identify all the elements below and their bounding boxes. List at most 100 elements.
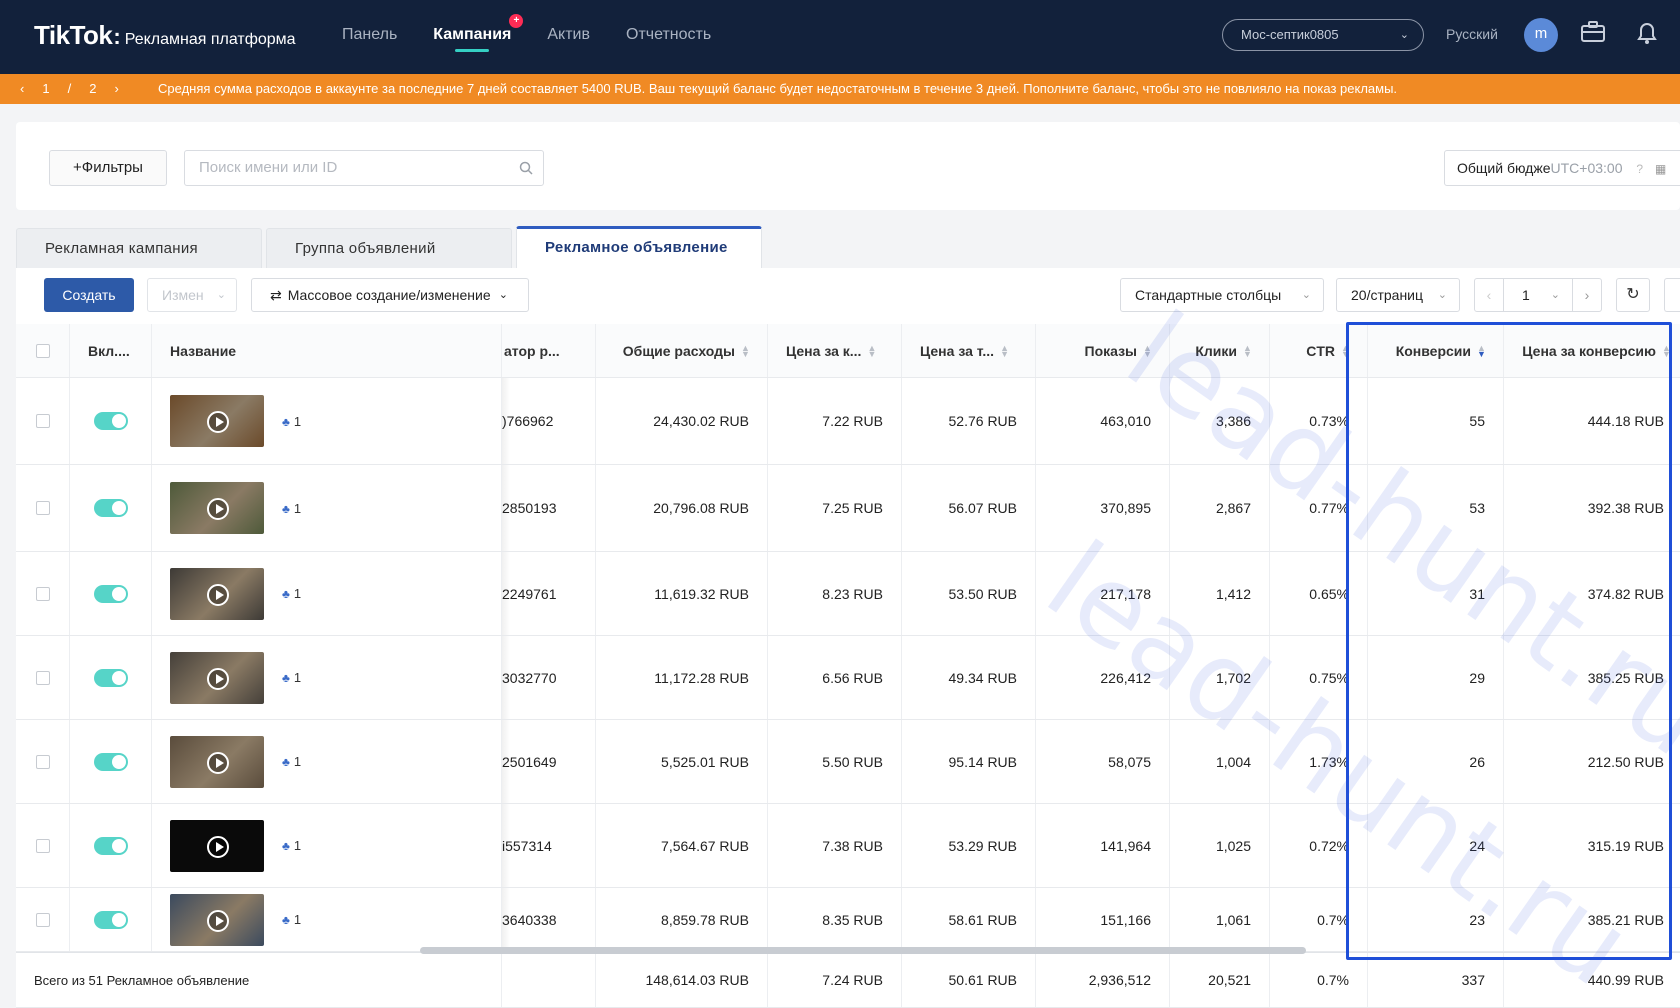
col-cpc[interactable]: Цена за к... ▲ ▼ — [768, 324, 902, 377]
row-checkbox[interactable] — [35, 838, 50, 853]
video-thumbnail[interactable] — [170, 482, 264, 534]
briefcase-icon[interactable] — [1578, 20, 1608, 50]
row-cpc: 8.23 RUB — [768, 552, 902, 635]
chevron-down-icon: ⌄ — [498, 289, 508, 301]
status-toggle[interactable] — [93, 668, 128, 687]
col-clicks[interactable]: Клики ▲ ▼ — [1170, 324, 1270, 377]
more-options-button[interactable] — [1664, 278, 1680, 312]
col-impressions[interactable]: Показы ▲ ▼ — [1036, 324, 1170, 377]
ad-group-count[interactable]: ♣ 1 — [282, 754, 301, 769]
total-cpa: 440.99 RUB — [1587, 972, 1664, 988]
row-checkbox[interactable] — [35, 586, 50, 601]
row-checkbox[interactable] — [35, 754, 50, 769]
search-placeholder: Поиск имени или ID — [199, 159, 338, 176]
row-id: 3640338 — [502, 888, 596, 951]
total-conversions: 337 — [1368, 953, 1504, 1007]
row-cpm: 53.29 RUB — [902, 804, 1036, 887]
video-thumbnail[interactable] — [170, 395, 264, 447]
page-number: 1 — [1522, 287, 1530, 303]
video-thumbnail[interactable] — [170, 651, 264, 704]
status-toggle[interactable] — [93, 584, 128, 603]
video-thumbnail[interactable] — [170, 893, 264, 946]
row-checkbox[interactable] — [35, 414, 50, 428]
row-cpc: 8.35 RUB — [768, 888, 902, 951]
row-cpm: 53.50 RUB — [902, 552, 1036, 635]
filters-button[interactable]: +Фильтры — [49, 150, 167, 186]
bulk-create-edit-dropdown[interactable]: ⇄ Массовое создание/изменение ⌄ — [251, 278, 529, 312]
row-cpc: 7.22 RUB — [768, 378, 902, 464]
ad-group-count[interactable]: ♣ 1 — [282, 501, 301, 516]
create-button[interactable]: Создать — [44, 278, 134, 312]
avatar[interactable]: m — [1524, 18, 1558, 52]
row-id: 3032770 — [502, 636, 596, 719]
row-spend: 7,564.67 RUB — [596, 804, 768, 887]
status-toggle[interactable] — [93, 752, 128, 771]
page-size-select[interactable]: 20/страниц ⌄ — [1336, 278, 1460, 312]
refresh-icon[interactable]: ↻ — [1616, 278, 1650, 312]
status-toggle[interactable] — [93, 412, 128, 430]
ad-group-count[interactable]: ♣ 1 — [282, 912, 301, 927]
row-id: i557314 — [502, 804, 596, 887]
prev-page-button[interactable]: ‹ — [1474, 278, 1504, 312]
row-id: )766962 — [502, 378, 596, 464]
total-id-cell — [502, 953, 596, 1007]
horizontal-scrollbar[interactable] — [420, 947, 1306, 954]
page-number-select[interactable]: 1 ⌄ — [1504, 278, 1572, 312]
chevron-left-icon[interactable]: ‹ — [20, 81, 24, 96]
sort-icon: ▲ ▼ — [1000, 342, 1009, 359]
row-checkbox[interactable] — [35, 670, 50, 685]
row-impressions: 370,895 — [1036, 465, 1170, 551]
status-toggle[interactable] — [93, 910, 128, 929]
row-impressions: 151,166 — [1036, 888, 1170, 951]
ad-group-count[interactable]: ♣ 1 — [282, 670, 301, 685]
search-input[interactable]: Поиск имени или ID — [184, 150, 544, 186]
status-toggle[interactable] — [93, 836, 128, 855]
col-name[interactable]: Название — [152, 324, 502, 377]
budget-date-picker[interactable]: Общий бюджеUTC+03:00 ? ▦ — [1444, 150, 1680, 186]
row-toggle-cell — [70, 378, 152, 464]
row-spend: 24,430.02 RUB — [596, 378, 768, 464]
row-select-cell — [16, 636, 70, 719]
ad-group-icon: ♣ — [282, 839, 290, 853]
edit-dropdown[interactable]: Измен ⌄ — [147, 278, 237, 312]
nav-reporting[interactable]: Отчетность — [626, 0, 711, 74]
row-checkbox[interactable] — [35, 912, 50, 927]
row-checkbox[interactable] — [35, 501, 50, 515]
col-cpm[interactable]: Цена за т... ▲ ▼ — [902, 324, 1036, 377]
bell-icon[interactable] — [1632, 20, 1662, 50]
select-all-checkbox[interactable] — [35, 343, 50, 358]
columns-select[interactable]: Стандартные столбцы ⌄ — [1120, 278, 1324, 312]
row-spend: 20,796.08 RUB — [596, 465, 768, 551]
row-clicks: 1,412 — [1170, 552, 1270, 635]
ad-group-count[interactable]: ♣ 1 — [282, 586, 301, 601]
row-toggle-cell — [70, 888, 152, 951]
ad-group-count[interactable]: ♣ 1 — [282, 414, 301, 429]
nav-dashboard[interactable]: Панель — [342, 0, 397, 74]
language-switch[interactable]: Русский — [1446, 26, 1498, 42]
ad-group-number: 1 — [293, 413, 302, 429]
row-cpc: 5.50 RUB — [768, 720, 902, 803]
ad-group-count[interactable]: ♣ 1 — [282, 838, 301, 853]
main-nav: Панель Кампания + Актив Отчетность — [342, 0, 747, 74]
tab-ad-group[interactable]: Группа объявлений — [266, 228, 512, 268]
video-thumbnail[interactable] — [170, 819, 264, 872]
tab-campaign[interactable]: Рекламная кампания — [16, 228, 262, 268]
account-select[interactable]: Мос-септик0805 ⌄ — [1222, 19, 1424, 51]
col-id[interactable]: атор р... — [502, 324, 596, 377]
next-page-button[interactable]: › — [1572, 278, 1602, 312]
tiktok-logo[interactable]: TikTok: Рекламная платформа — [34, 20, 296, 51]
row-cpm: 56.07 RUB — [902, 465, 1036, 551]
nav-campaign[interactable]: Кампания + — [433, 0, 524, 74]
tab-ad[interactable]: Рекламное объявление — [516, 226, 762, 268]
video-thumbnail[interactable] — [170, 567, 264, 620]
edit-label: Измен — [162, 287, 204, 303]
chevron-right-icon[interactable]: › — [114, 81, 118, 96]
sort-icon: ▲ ▼ — [741, 342, 750, 359]
nav-assets[interactable]: Актив — [547, 0, 590, 74]
col-on-off[interactable]: Вкл.... — [70, 324, 152, 377]
video-thumbnail[interactable] — [170, 735, 264, 788]
status-toggle[interactable] — [93, 499, 128, 517]
row-cpc: 6.56 RUB — [768, 636, 902, 719]
row-spend: 8,859.78 RUB — [596, 888, 768, 951]
col-spend[interactable]: Общие расходы ▲ ▼ — [596, 324, 768, 377]
